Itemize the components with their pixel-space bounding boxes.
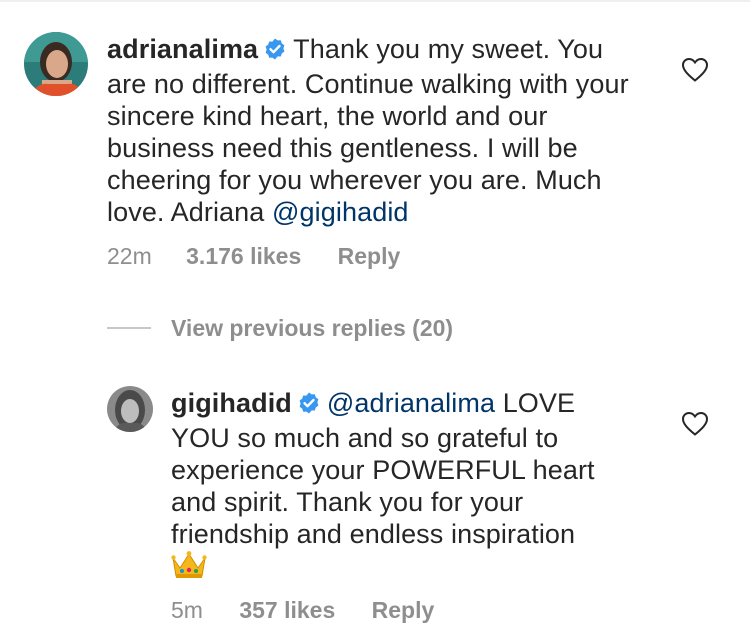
avatar-adrianalima-image — [24, 32, 88, 96]
reply-gigihadid-meta: 5m 357 likes Reply — [171, 597, 434, 624]
verified-badge-icon — [263, 36, 287, 68]
reply-button[interactable]: Reply — [372, 597, 435, 624]
reply-gigihadid-text: gigihadid @adrianalima LOVE YOU so much a… — [171, 387, 641, 587]
avatar-adrianalima[interactable] — [24, 32, 88, 96]
reply-button[interactable]: Reply — [338, 243, 401, 270]
view-previous-replies-label: View previous replies (20) — [171, 314, 454, 341]
username-gigihadid[interactable]: gigihadid — [171, 388, 292, 418]
comment-adrianalima-text: adrianalima Thank you my sweet. You are n… — [107, 33, 647, 228]
mention-adrianalima[interactable]: @adrianalima — [327, 388, 495, 418]
mention-gigihadid[interactable]: @gigihadid — [272, 197, 409, 227]
comment-time: 22m — [107, 243, 152, 269]
replies-divider-line — [107, 327, 151, 329]
username-adrianalima[interactable]: adrianalima — [107, 34, 258, 64]
verified-badge-icon — [297, 390, 321, 422]
avatar-gigihadid-image — [107, 386, 153, 432]
like-heart-icon[interactable] — [681, 411, 709, 437]
reply-time: 5m — [171, 597, 203, 623]
top-divider — [0, 0, 750, 2]
reply-likes[interactable]: 357 likes — [239, 597, 335, 624]
crown-emoji-icon — [171, 550, 207, 587]
view-previous-replies-button[interactable]: View previous replies (20) — [107, 313, 453, 343]
like-heart-icon[interactable] — [681, 57, 709, 83]
avatar-gigihadid[interactable] — [107, 386, 153, 432]
comment-adrianalima-meta: 22m 3.176 likes Reply — [107, 243, 400, 270]
comment-likes[interactable]: 3.176 likes — [186, 243, 301, 270]
